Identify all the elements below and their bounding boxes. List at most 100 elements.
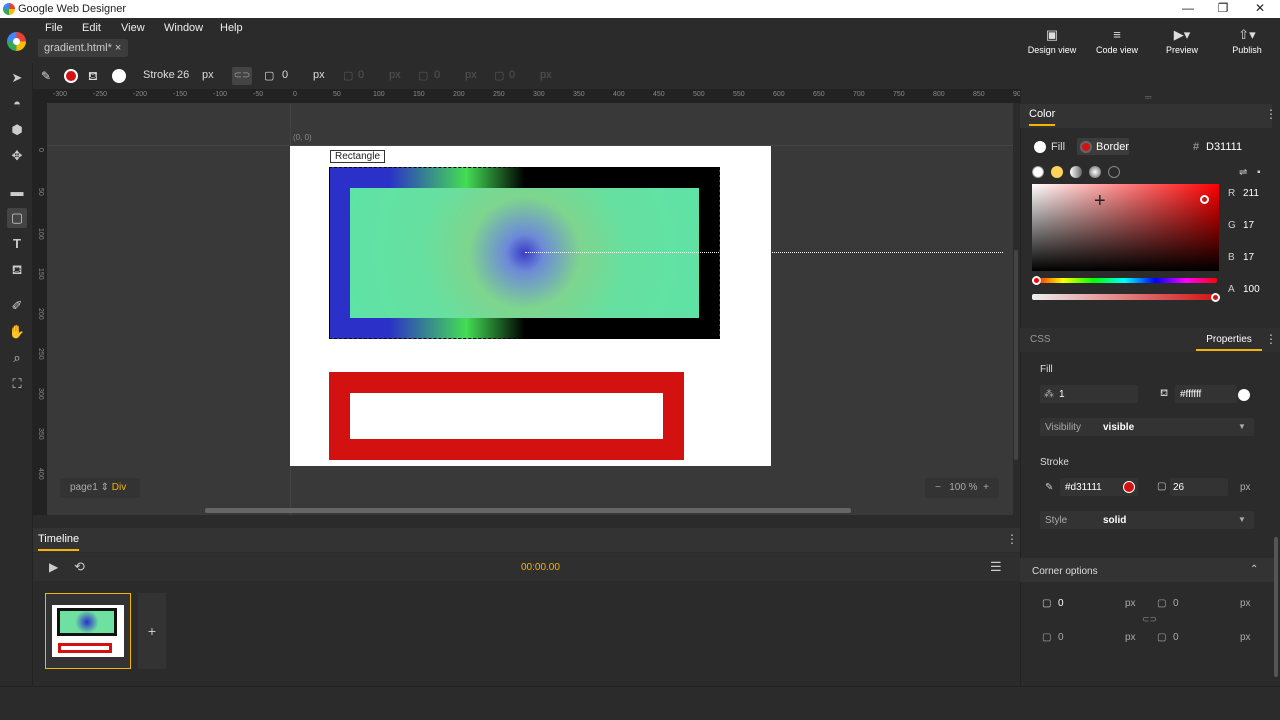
- tab-css[interactable]: CSS: [1030, 334, 1051, 345]
- document-tab[interactable]: gradient.html* ×: [38, 39, 128, 57]
- b-input[interactable]: 17: [1243, 252, 1254, 263]
- translation-tool-icon[interactable]: ✥: [7, 146, 27, 166]
- zoom-in-button[interactable]: +: [983, 482, 989, 493]
- 3d-rotation-tool-icon[interactable]: ⬢: [7, 120, 27, 140]
- fill-opacity-field[interactable]: [1040, 385, 1138, 403]
- zoom-control[interactable]: − 100 % +: [925, 478, 999, 498]
- properties-menu-icon[interactable]: ⋮: [1265, 332, 1277, 346]
- fit-screen-icon[interactable]: ⛶: [7, 374, 27, 394]
- timeline-menu-icon[interactable]: ⋮: [1006, 532, 1018, 546]
- corner3-input[interactable]: 0: [434, 69, 440, 81]
- swatches-icon[interactable]: ▪: [1257, 167, 1261, 178]
- no-color-icon[interactable]: [1032, 166, 1044, 178]
- tag-tool-icon[interactable]: ◓: [7, 94, 27, 114]
- corner-radius-icon: ▢: [264, 70, 275, 82]
- fill-color-chip[interactable]: [1238, 389, 1250, 401]
- solid-color-icon[interactable]: [1051, 166, 1063, 178]
- menu-edit[interactable]: Edit: [82, 22, 101, 34]
- hex-input[interactable]: D31111: [1206, 141, 1242, 153]
- corner4-input[interactable]: 0: [509, 69, 515, 81]
- text-tool-icon[interactable]: T: [7, 234, 27, 254]
- code-view-label: Code view: [1095, 45, 1139, 55]
- border-chip: [1080, 141, 1092, 153]
- menu-file[interactable]: File: [45, 22, 63, 34]
- minimize-button[interactable]: —: [1168, 0, 1208, 18]
- design-view-button[interactable]: ▣ Design view: [1022, 28, 1082, 56]
- timeline-tab[interactable]: Timeline: [38, 533, 80, 551]
- add-page-button[interactable]: +: [138, 593, 166, 669]
- stroke-pen-icon[interactable]: ✎: [41, 69, 51, 83]
- link-corners-icon[interactable]: ⊂⊃: [232, 67, 252, 85]
- link-corners-prop-icon[interactable]: ⊂⊃: [1142, 614, 1157, 625]
- horizontal-scrollbar[interactable]: [205, 508, 851, 513]
- color-panel-title[interactable]: Color: [1029, 108, 1056, 126]
- stroke-color-chip[interactable]: [1123, 481, 1135, 493]
- saturation-picker[interactable]: [1032, 184, 1219, 271]
- code-view-button[interactable]: ≡ Code view: [1087, 28, 1147, 56]
- red-border-rectangle[interactable]: [329, 372, 684, 460]
- a-input[interactable]: 100: [1243, 284, 1260, 295]
- color-tool-icon[interactable]: ✐: [7, 296, 27, 316]
- preview-button[interactable]: ▶▾ Preview: [1152, 28, 1212, 56]
- page-selector[interactable]: page1 ⇕ Div: [60, 478, 140, 498]
- menu-help[interactable]: Help: [220, 22, 243, 34]
- radial-gradient-icon[interactable]: [1089, 166, 1101, 178]
- ruler-h-tick: 550: [733, 91, 745, 98]
- linear-gradient-icon[interactable]: [1070, 166, 1082, 178]
- eyedropper-icon[interactable]: ⇌: [1239, 167, 1247, 178]
- r-input[interactable]: 211: [1243, 188, 1259, 199]
- hue-slider[interactable]: [1032, 278, 1217, 283]
- stroke-width-input[interactable]: 26: [177, 69, 189, 81]
- panel-drag-handle-icon[interactable]: ═: [1145, 92, 1151, 102]
- g-input[interactable]: 17: [1243, 220, 1254, 231]
- properties-scrollbar[interactable]: [1274, 537, 1278, 677]
- close-button[interactable]: ✕: [1240, 0, 1280, 18]
- stage-vertical-scrollbar[interactable]: [1014, 250, 1018, 460]
- border-mode-label: Border: [1096, 141, 1130, 153]
- ruler-h-tick: 0: [293, 91, 297, 98]
- collapse-icon[interactable]: ⌃: [1250, 564, 1258, 575]
- zoom-tool-icon[interactable]: ⌕: [7, 348, 27, 368]
- fill-tool-icon[interactable]: ⛾: [7, 260, 27, 280]
- timeline-settings-icon[interactable]: ☰: [990, 559, 1002, 575]
- gradient-rectangle-fill: [350, 188, 699, 318]
- alpha-slider[interactable]: [1032, 294, 1217, 300]
- menu-view[interactable]: View: [121, 22, 145, 34]
- pen-tool-icon[interactable]: ▬: [7, 182, 27, 202]
- picker-handle[interactable]: [1200, 195, 1209, 204]
- selection-tool-icon[interactable]: ➤: [7, 68, 27, 88]
- ruler-h-tick: -300: [53, 91, 68, 98]
- stroke-color-swatch[interactable]: [64, 69, 78, 83]
- gradient-rectangle[interactable]: [329, 167, 720, 339]
- corner-tr-input[interactable]: 0: [1173, 598, 1179, 609]
- tab-properties[interactable]: Properties: [1196, 334, 1262, 351]
- menu-window[interactable]: Window: [164, 22, 203, 34]
- fill-mode-label[interactable]: Fill: [1051, 141, 1065, 153]
- publish-button[interactable]: ⇧▾ Publish: [1217, 28, 1277, 56]
- fill-bucket-icon[interactable]: ⛾: [88, 69, 98, 85]
- fill-color-swatch[interactable]: [112, 69, 126, 83]
- zoom-out-button[interactable]: −: [935, 482, 941, 493]
- maximize-button[interactable]: ❐: [1203, 0, 1243, 18]
- shape-tool-icon[interactable]: ▢: [7, 208, 27, 228]
- fill-chip[interactable]: [1034, 141, 1046, 153]
- stroke-unit: px: [202, 69, 214, 81]
- play-icon[interactable]: ▶: [49, 560, 58, 574]
- r-label: R: [1228, 188, 1236, 199]
- corner-br-input[interactable]: 0: [1173, 632, 1179, 643]
- corner-bl-input[interactable]: 0: [1058, 632, 1064, 643]
- loop-icon[interactable]: ⟲: [74, 559, 85, 575]
- corner2-input[interactable]: 0: [358, 69, 364, 81]
- stroke-section-title: Stroke: [1040, 457, 1069, 468]
- stroke-style-select[interactable]: [1040, 511, 1254, 529]
- color-panel-menu-icon[interactable]: ⋮: [1265, 107, 1277, 121]
- alpha-handle[interactable]: [1211, 293, 1220, 302]
- hand-tool-icon[interactable]: ✋: [7, 322, 27, 342]
- ruler-v-tick: 250: [37, 348, 44, 360]
- swatch-icon[interactable]: [1108, 166, 1120, 178]
- corner-tl-input[interactable]: 0: [1058, 598, 1064, 609]
- gradient-handle-line[interactable]: [525, 252, 1003, 253]
- hue-handle[interactable]: [1032, 276, 1041, 285]
- corner3-unit: px: [465, 69, 477, 81]
- corner-radius-input[interactable]: 0: [282, 69, 288, 81]
